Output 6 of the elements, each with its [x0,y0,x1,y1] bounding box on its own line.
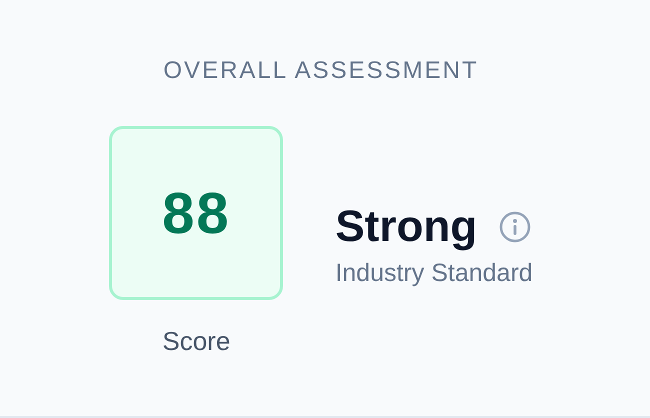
info-icon[interactable] [499,211,532,243]
rating-label: Strong [335,202,478,252]
rating-subtitle: Industry Standard [335,258,533,288]
score-label: Score [162,326,230,356]
section-title: OVERALL ASSESSMENT [163,56,479,86]
score-value: 88 [109,126,284,300]
